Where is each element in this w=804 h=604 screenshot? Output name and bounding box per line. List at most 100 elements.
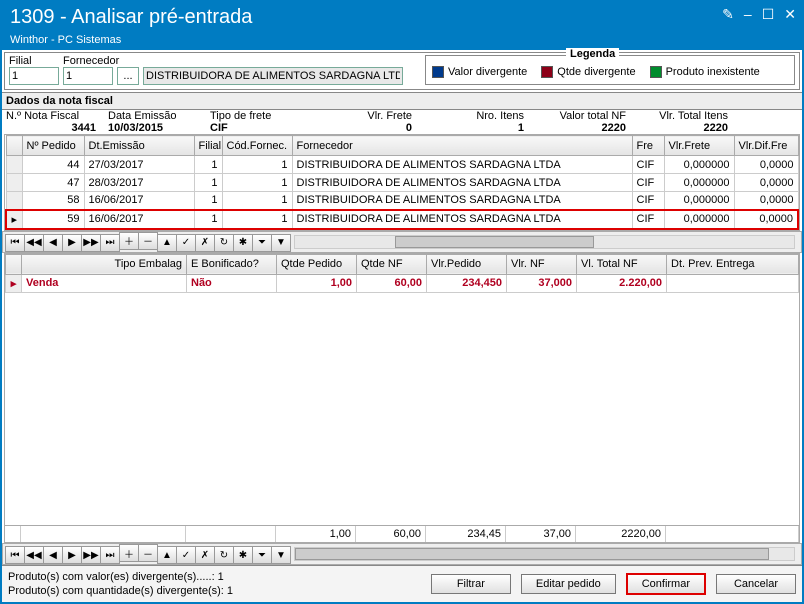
nav-button[interactable]: ✗: [195, 234, 215, 252]
minimize-icon[interactable]: –: [744, 6, 752, 23]
table-row[interactable]: 5816/06/201711DISTRIBUIDORA DE ALIMENTOS…: [6, 192, 798, 210]
filial-input[interactable]: [9, 67, 59, 85]
cell-forn: DISTRIBUIDORA DE ALIMENTOS SARDAGNA LTDA: [292, 156, 632, 174]
content-area: Filial Fornecedor ... Legenda Valor dive…: [2, 50, 802, 602]
nav-button[interactable]: ◀◀: [24, 234, 44, 252]
col-vlrfrete[interactable]: Vlr.Frete: [664, 136, 734, 156]
col-pedido[interactable]: Nº Pedido: [22, 136, 84, 156]
nf-data: 10/03/2015: [108, 122, 198, 134]
nav-button[interactable]: ▶: [62, 234, 82, 252]
nav-button[interactable]: ⏭: [100, 546, 120, 564]
cell-bon: Não: [187, 274, 277, 292]
cell-fre: CIF: [632, 192, 664, 210]
nf-itens-label: Nro. Itens: [424, 110, 524, 122]
col2-vtot[interactable]: Vl. Total NF: [577, 254, 667, 274]
nf-vitens-label: Vlr. Total Itens: [638, 110, 728, 122]
nav-button[interactable]: ✓: [176, 234, 196, 252]
nav-button[interactable]: ▼: [271, 234, 291, 252]
nav-button[interactable]: －: [138, 232, 158, 250]
fornecedor-code-input[interactable]: [63, 67, 113, 85]
maximize-icon[interactable]: ☐: [762, 6, 775, 23]
nav-button[interactable]: ✱: [233, 234, 253, 252]
nav-button[interactable]: ✓: [176, 546, 196, 564]
cancelar-button[interactable]: Cancelar: [716, 574, 796, 594]
col2-bon[interactable]: E Bonificado?: [187, 254, 277, 274]
col-fre[interactable]: Fre: [632, 136, 664, 156]
nav-button[interactable]: ▲: [157, 546, 177, 564]
col2-dt[interactable]: Dt. Prev. Entrega: [667, 254, 799, 274]
close-icon[interactable]: ✕: [784, 6, 796, 23]
nav-button[interactable]: ▶▶: [81, 546, 101, 564]
col-dtemissao[interactable]: Dt.Emissão: [84, 136, 194, 156]
total-vnf: 37,00: [506, 526, 576, 542]
total-qped: 1,00: [276, 526, 356, 542]
editar-pedido-button[interactable]: Editar pedido: [521, 574, 616, 594]
nav-button[interactable]: ⏮: [5, 234, 25, 252]
col-vlrdif[interactable]: Vlr.Dif.Fre: [734, 136, 798, 156]
cell-forn: DISTRIBUIDORA DE ALIMENTOS SARDAGNA LTDA: [292, 210, 632, 229]
titlebar: 1309 - Analisar pré-entrada Winthor - PC…: [2, 2, 802, 50]
nav-button[interactable]: ▶▶: [81, 234, 101, 252]
nav-button[interactable]: ↻: [214, 546, 234, 564]
cell-vdif: 0,0000: [734, 210, 798, 229]
fornecedor-label: Fornecedor: [63, 55, 113, 67]
row-indicator-icon: [6, 156, 22, 174]
total-qnf: 60,00: [356, 526, 426, 542]
nav-button[interactable]: ◀: [43, 546, 63, 564]
col2-ind[interactable]: [6, 254, 22, 274]
col2-qped[interactable]: Qtde Pedido: [277, 254, 357, 274]
cell-vfr: 0,000000: [664, 156, 734, 174]
cell-fil: 1: [194, 210, 222, 229]
nav-button[interactable]: ▶: [62, 546, 82, 564]
filter-panel: Filial Fornecedor ... Legenda Valor dive…: [4, 52, 800, 90]
cell-cod: 1: [222, 174, 292, 192]
lookup-button[interactable]: ...: [117, 67, 139, 85]
grid2-navbar: ⏮◀◀◀▶▶▶⏭＋－▲✓✗↻✱⏷▼: [2, 543, 802, 565]
nav-button[interactable]: ＋: [119, 232, 139, 250]
table-row[interactable]: ▸5916/06/201711DISTRIBUIDORA DE ALIMENTO…: [6, 210, 798, 229]
col2-vped[interactable]: Vlr.Pedido: [427, 254, 507, 274]
nav-button[interactable]: ＋: [119, 544, 139, 562]
col2-tipo[interactable]: Tipo Embalag: [22, 254, 187, 274]
msg-qtde-divergente: Produto(s) com quantidade(s) divergente(…: [8, 584, 288, 598]
nav-button[interactable]: ◀◀: [24, 546, 44, 564]
nav-button[interactable]: ⏮: [5, 546, 25, 564]
table-row[interactable]: 4728/03/201711DISTRIBUIDORA DE ALIMENTOS…: [6, 174, 798, 192]
totals-row: 1,00 60,00 234,45 37,00 2220,00: [5, 525, 799, 542]
nav-button[interactable]: ◀: [43, 234, 63, 252]
cell-qnf: 60,00: [357, 274, 427, 292]
hscroll[interactable]: [294, 235, 795, 249]
row-indicator-icon: ▸: [6, 210, 22, 229]
col-filial[interactable]: Filial: [194, 136, 222, 156]
hscroll2[interactable]: [294, 547, 795, 561]
confirmar-button[interactable]: Confirmar: [626, 573, 706, 595]
nav-button[interactable]: ⏭: [100, 234, 120, 252]
row-indicator-icon: [6, 192, 22, 210]
filtrar-button[interactable]: Filtrar: [431, 574, 511, 594]
cell-vfr: 0,000000: [664, 174, 734, 192]
app-window: 1309 - Analisar pré-entrada Winthor - PC…: [0, 0, 804, 604]
nav-button[interactable]: ⏷: [252, 234, 272, 252]
cell-forn: DISTRIBUIDORA DE ALIMENTOS SARDAGNA LTDA: [292, 174, 632, 192]
col-fornecedor[interactable]: Fornecedor: [292, 136, 632, 156]
cell-vped: 234,450: [427, 274, 507, 292]
col-codfornec[interactable]: Cód.Fornec.: [222, 136, 292, 156]
col-indicator[interactable]: [6, 136, 22, 156]
nav-button[interactable]: ✱: [233, 546, 253, 564]
nav-button[interactable]: －: [138, 544, 158, 562]
col2-vnf[interactable]: Vlr. NF: [507, 254, 577, 274]
table-row[interactable]: ▸ Venda Não 1,00 60,00 234,450 37,000 2.…: [6, 274, 799, 292]
cell-ped: 59: [22, 210, 84, 229]
edit-icon[interactable]: ✎: [722, 6, 734, 23]
nav-button[interactable]: ▼: [271, 546, 291, 564]
nav-button[interactable]: ▲: [157, 234, 177, 252]
section-header: Dados da nota fiscal: [2, 92, 802, 110]
table-row[interactable]: 4427/03/201711DISTRIBUIDORA DE ALIMENTOS…: [6, 156, 798, 174]
col2-qnf[interactable]: Qtde NF: [357, 254, 427, 274]
cell-dt: 16/06/2017: [84, 210, 194, 229]
nav-button[interactable]: ⏷: [252, 546, 272, 564]
nav-button[interactable]: ✗: [195, 546, 215, 564]
nf-vfrete: 0: [312, 122, 412, 134]
nav-button[interactable]: ↻: [214, 234, 234, 252]
swatch-prod-icon: [650, 66, 662, 78]
